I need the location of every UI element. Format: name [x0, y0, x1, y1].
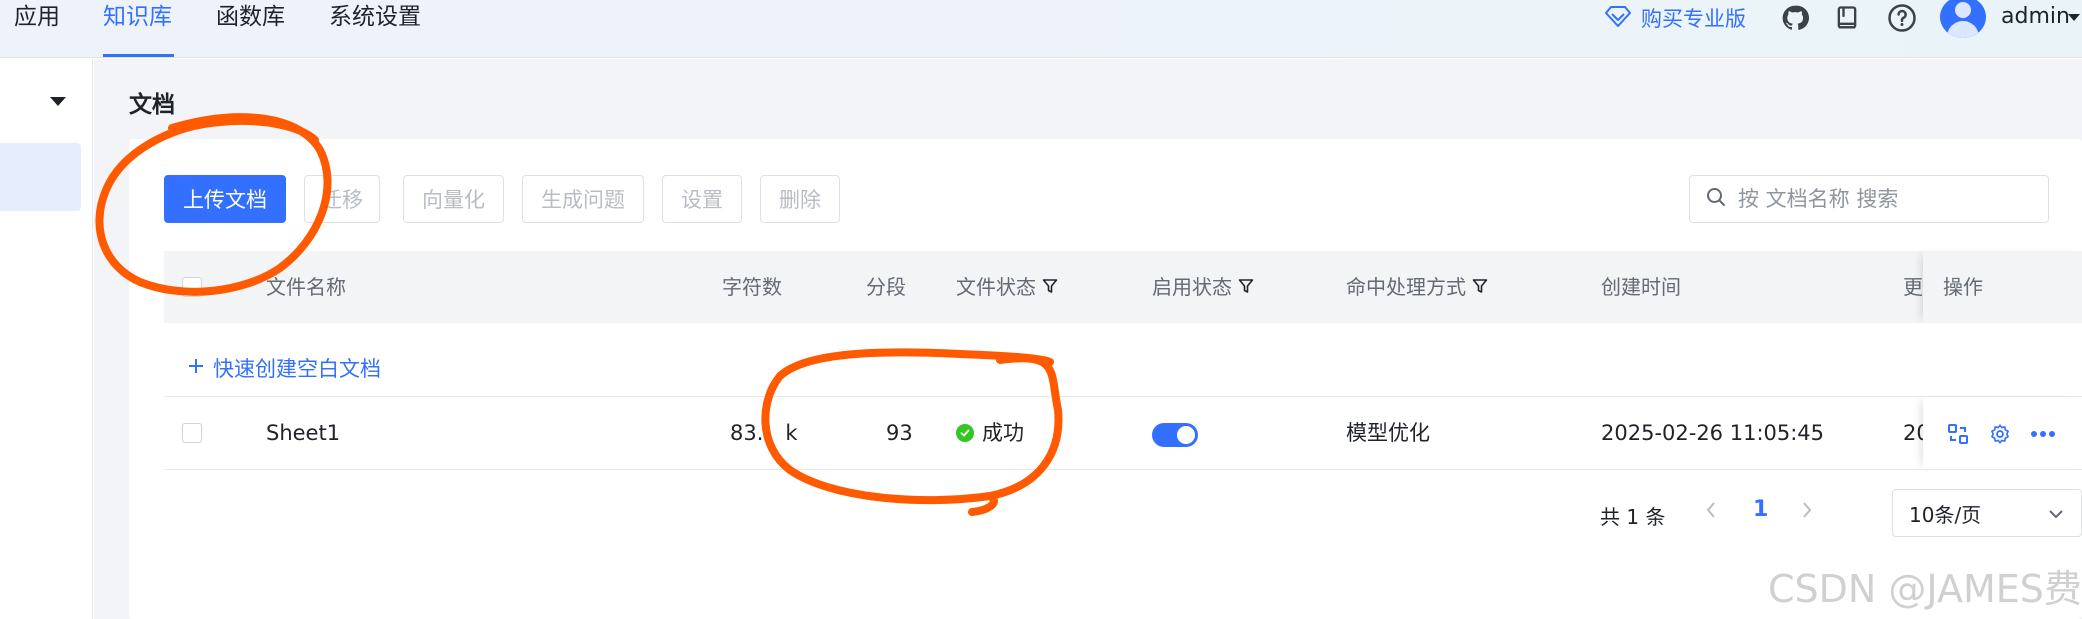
- nav-active-indicator: [103, 54, 174, 57]
- search-icon: [1706, 187, 1726, 211]
- migrate-button[interactable]: 迁移: [304, 175, 380, 223]
- col-header-created: 创建时间: [1601, 275, 1681, 299]
- col-header-updated: 更: [1903, 275, 1923, 299]
- nav-item-knowledge[interactable]: 知识库: [103, 0, 172, 58]
- success-check-icon: [956, 424, 974, 442]
- row-divider: [164, 469, 2082, 470]
- search-box[interactable]: [1689, 175, 2049, 223]
- nav-item-settings[interactable]: 系统设置: [329, 0, 421, 58]
- cell-hit-handling: 模型优化: [1346, 421, 1430, 445]
- cell-actions: [1923, 397, 2082, 469]
- nav-item-apps[interactable]: 应用: [14, 0, 60, 58]
- table-header: 文件名称 字符数 分段 文件状态 启用状态 命中处理方式 创建时间 更 操作: [164, 251, 2082, 323]
- page-number-current[interactable]: 1: [1753, 497, 1768, 522]
- filter-icon[interactable]: [1472, 251, 1488, 323]
- help-icon[interactable]: [1886, 2, 1918, 34]
- cell-created: 2025-02-26 11:05:45: [1601, 421, 1825, 445]
- sidebar-item-active[interactable]: [0, 143, 81, 211]
- col-header-chars: 字符数: [722, 275, 782, 299]
- more-icon[interactable]: [2029, 422, 2057, 446]
- delete-button[interactable]: 删除: [760, 175, 840, 223]
- enable-toggle[interactable]: [1152, 423, 1198, 447]
- page-title: 文档: [129, 92, 175, 118]
- gear-icon[interactable]: [1988, 422, 2012, 446]
- main-content: 文档 上传文档 迁移 向量化 生成问题 设置 删除 文件名称 字符数 分段 文件…: [94, 59, 2082, 619]
- watermark: CSDN @JAMES费: [1768, 567, 2082, 611]
- col-header-file-status: 文件状态: [956, 251, 1058, 323]
- upgrade-label: 购买专业版: [1641, 7, 1746, 31]
- next-page-icon[interactable]: [1800, 499, 1814, 527]
- col-header-segments: 分段: [866, 275, 906, 299]
- page-size-value: 10条/页: [1909, 502, 1982, 527]
- cell-segments: 93: [886, 421, 913, 445]
- username[interactable]: admin: [2001, 2, 2070, 32]
- filter-icon[interactable]: [1238, 251, 1254, 323]
- table-row[interactable]: Sheet1 83. k 93 成功 模型优化 2025-02-26 11:05:…: [164, 397, 2082, 469]
- user-menu-caret-icon[interactable]: [2068, 14, 2080, 21]
- sync-icon[interactable]: [1946, 422, 1970, 446]
- col-header-enable-status-label: 启用状态: [1152, 275, 1232, 299]
- top-navbar: 应用 知识库 函数库 系统设置 购买专业版 admin: [0, 0, 2082, 58]
- col-header-name: 文件名称: [266, 275, 346, 299]
- github-icon[interactable]: [1779, 2, 1811, 34]
- vectorize-button[interactable]: 向量化: [403, 175, 504, 223]
- filter-icon[interactable]: [1042, 251, 1058, 323]
- pagination-total: 共 1 条: [1600, 505, 1666, 529]
- col-header-hit-handling-label: 命中处理方式: [1346, 275, 1466, 299]
- quick-create-blank-doc-link[interactable]: 快速创建空白文档: [187, 353, 381, 383]
- row-checkbox[interactable]: [182, 423, 202, 443]
- sidebar: [0, 59, 93, 619]
- col-header-enable-status: 启用状态: [1152, 251, 1254, 323]
- file-status-label: 成功: [982, 421, 1024, 445]
- settings-button[interactable]: 设置: [662, 175, 742, 223]
- col-header-hit-handling: 命中处理方式: [1346, 251, 1488, 323]
- prev-page-icon[interactable]: [1704, 499, 1718, 527]
- cell-chars-value: 83.: [730, 421, 764, 445]
- document-card: 上传文档 迁移 向量化 生成问题 设置 删除 文件名称 字符数 分段 文件状态 …: [129, 139, 2082, 619]
- chevron-down-icon: [2047, 504, 2065, 528]
- cell-chars-suffix: k: [785, 421, 798, 445]
- caret-down-icon[interactable]: [50, 97, 66, 106]
- cell-chars: 83. k: [730, 397, 798, 469]
- search-input[interactable]: [1738, 187, 2038, 211]
- col-header-actions: 操作: [1943, 275, 1983, 299]
- book-icon[interactable]: [1831, 2, 1863, 34]
- col-header-file-status-label: 文件状态: [956, 275, 1036, 299]
- generate-questions-button[interactable]: 生成问题: [522, 175, 644, 223]
- cell-name[interactable]: Sheet1: [266, 397, 340, 469]
- diamond-icon: [1605, 5, 1631, 32]
- upload-document-button[interactable]: 上传文档: [164, 175, 286, 223]
- select-all-checkbox[interactable]: [182, 277, 202, 297]
- user-avatar[interactable]: [1940, 0, 1986, 38]
- nav-item-functions[interactable]: 函数库: [216, 0, 285, 58]
- page-size-select[interactable]: 10条/页: [1892, 489, 2082, 537]
- cell-file-status: 成功: [956, 397, 1024, 469]
- plus-icon: [187, 356, 205, 380]
- col-header-actions-cell: 操作: [1923, 251, 2082, 323]
- upgrade-link[interactable]: 购买专业版: [1605, 3, 1746, 33]
- quick-create-label: 快速创建空白文档: [213, 357, 381, 381]
